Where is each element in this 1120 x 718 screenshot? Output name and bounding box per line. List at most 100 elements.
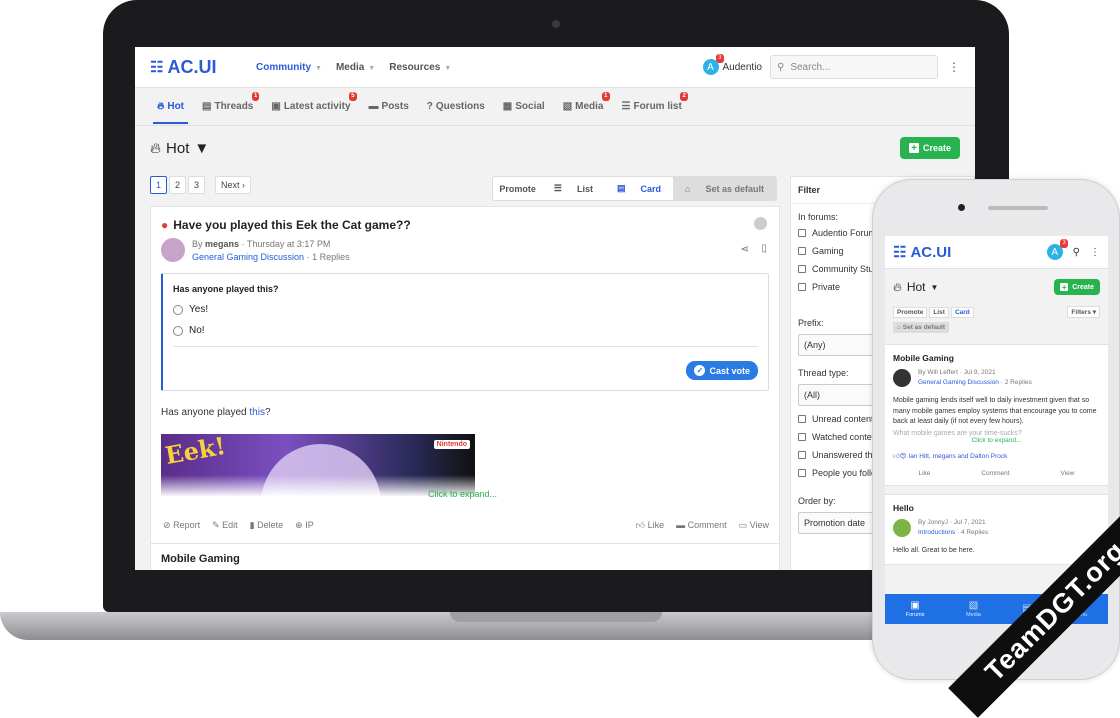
search-input[interactable]: ⚲ Search... <box>770 55 938 79</box>
tab-hot[interactable]: 🔥︎ Hot <box>152 101 189 124</box>
list-view-button[interactable]: ☰ List <box>542 177 605 200</box>
bookmark-icon[interactable]: ▯ <box>761 243 767 254</box>
camera-icon <box>958 204 965 211</box>
click-to-expand-link[interactable]: Click to expand... <box>893 437 1100 444</box>
nav-label: Forums <box>905 612 925 618</box>
page-title[interactable]: 🔥︎ Hot ▼ <box>150 140 209 157</box>
user-menu[interactable]: A3 Audentio <box>702 54 762 75</box>
nav-community[interactable]: Community ▼ <box>256 62 322 73</box>
promote-button[interactable]: Promote <box>893 306 928 318</box>
nav-forums[interactable]: ▣ Forums <box>906 600 925 618</box>
view-icon: ▭ <box>738 520 748 530</box>
tab-forum-list[interactable]: ☰ Forum list 2 <box>622 92 688 112</box>
nav-media[interactable]: Media ▼ <box>336 62 375 73</box>
comment-icon: ▬ <box>368 101 379 112</box>
page-3[interactable]: 3 <box>188 176 206 194</box>
checkbox-icon <box>798 247 806 255</box>
comment-button[interactable]: Comment <box>981 470 1009 477</box>
social-icon: ▦ <box>502 101 513 112</box>
thread-meta: By megans · Thursday at 3:17 PM General … <box>192 239 350 262</box>
mobile-view-switcher: Promote List Card Filters ▾ <box>885 305 1108 319</box>
tab-social[interactable]: ▦ Social <box>503 101 545 112</box>
create-button[interactable]: + Create <box>1054 279 1100 295</box>
tab-media[interactable]: ▧ Media 1 <box>562 92 610 112</box>
ip-button[interactable]: ⊕ IP <box>295 520 314 531</box>
click-to-expand-link[interactable]: Click to expand... <box>428 489 497 499</box>
more-options-icon[interactable]: ⋮ <box>1090 247 1100 258</box>
card-icon: ▤ <box>617 183 626 193</box>
author-and-date: By Will Leffert · Jul 9, 2021 <box>918 369 996 376</box>
view-button[interactable]: ▭ View <box>739 520 769 531</box>
set-default-button[interactable]: ⌂ Set as default <box>893 322 950 333</box>
set-default-label: Set as default <box>705 183 764 194</box>
avatar[interactable] <box>893 518 911 537</box>
avatar[interactable] <box>161 238 185 262</box>
create-button[interactable]: + Create <box>899 137 960 159</box>
like-button[interactable]: 👍︎ Like <box>636 520 664 531</box>
action-label: Comment <box>687 520 727 530</box>
edit-button[interactable]: ✎ Edit <box>212 520 238 531</box>
search-icon[interactable]: ⚲ <box>1073 247 1080 258</box>
action-label: IP <box>305 520 314 530</box>
flame-icon: 🔥︎ <box>157 101 165 112</box>
next-page-button[interactable]: Next › <box>215 176 252 194</box>
thread-title[interactable]: ● Have you played this Eek the Cat game?? <box>161 218 411 232</box>
tab-badge: 2 <box>680 92 688 101</box>
like-button[interactable]: Like <box>918 470 930 477</box>
threads-icon: ▤ <box>202 101 212 112</box>
nav-media[interactable]: ▧ Media <box>966 600 981 618</box>
page-1[interactable]: 1 <box>150 176 168 194</box>
tab-label: Posts <box>381 101 409 112</box>
card-view-button[interactable]: ▤ Card <box>605 177 673 200</box>
comment-button[interactable]: ▬ Comment <box>676 520 727 531</box>
camera-icon <box>552 20 560 28</box>
delete-button[interactable]: ▮ Delete <box>250 520 283 531</box>
thread-card[interactable]: Mobile Gaming <box>150 543 780 570</box>
promote-button[interactable]: Promote <box>493 177 542 200</box>
image-icon: ▧ <box>562 101 573 112</box>
share-icon[interactable]: ⋖ <box>741 244 749 255</box>
reactions[interactable]: 👍︎😍︎ Ian Hitt, megans and Dalton Prock <box>893 452 1100 460</box>
author-link[interactable]: megans <box>205 239 239 249</box>
page-title[interactable]: 🔥︎ Hot ▼ <box>893 280 938 295</box>
more-options-icon[interactable]: ⋮ <box>948 60 960 74</box>
card-view-button[interactable]: Card <box>950 306 974 318</box>
reply-count: · 2 Replies <box>1000 379 1032 386</box>
list-view-button[interactable]: List <box>929 306 949 318</box>
view-button[interactable]: View <box>1061 470 1075 477</box>
nav-resources[interactable]: Resources ▼ <box>389 62 451 73</box>
tab-badge: 5 <box>349 92 357 101</box>
poll-option[interactable]: No! <box>173 325 758 336</box>
forum-link[interactable]: Introductions <box>918 529 955 536</box>
thread-title[interactable]: Hello <box>893 503 1100 513</box>
cast-vote-button[interactable]: ✓ Cast vote <box>686 361 758 380</box>
alert-badge: 3 <box>1060 239 1068 248</box>
tab-posts[interactable]: ▬ Posts <box>369 101 409 112</box>
edit-icon: ✎ <box>212 520 220 530</box>
body-link[interactable]: this <box>249 407 265 418</box>
forum-link[interactable]: General Gaming Discussion <box>918 379 999 386</box>
avatar[interactable]: A3 <box>1046 239 1068 260</box>
desktop-screen: ☷ AC.UI Community ▼ Media ▼ Resources ▼ A3 A… <box>135 47 975 570</box>
poll-option-label: No! <box>189 325 205 336</box>
site-logo[interactable]: ☷ AC.UI <box>893 243 951 262</box>
speaker-grille <box>988 206 1048 210</box>
logo-text: AC.UI <box>167 56 217 77</box>
avatar[interactable] <box>893 369 911 387</box>
set-default-button[interactable]: ⌂ Set as default <box>673 177 776 200</box>
forum-link[interactable]: General Gaming Discussion <box>192 252 304 262</box>
checkbox-label: Audentio Forum <box>812 228 877 238</box>
filters-button[interactable]: Filters ▾ <box>1067 306 1100 318</box>
page-2[interactable]: 2 <box>169 176 187 194</box>
comment-icon: ▬ <box>676 520 686 530</box>
question-icon: ? <box>426 101 433 112</box>
image-title: Eek! <box>162 434 228 471</box>
site-logo[interactable]: ☷ AC.UI <box>150 57 242 78</box>
report-button[interactable]: ⊘ Report <box>163 520 200 531</box>
tab-threads[interactable]: ▤ Threads 1 <box>202 92 260 112</box>
logo-icon: ☷ <box>893 244 907 261</box>
thread-title[interactable]: Mobile Gaming <box>893 353 1100 363</box>
poll-option[interactable]: Yes! <box>173 304 758 315</box>
tab-questions[interactable]: ? Questions <box>427 101 485 112</box>
tab-latest-activity[interactable]: ▣ Latest activity 5 <box>271 92 357 112</box>
